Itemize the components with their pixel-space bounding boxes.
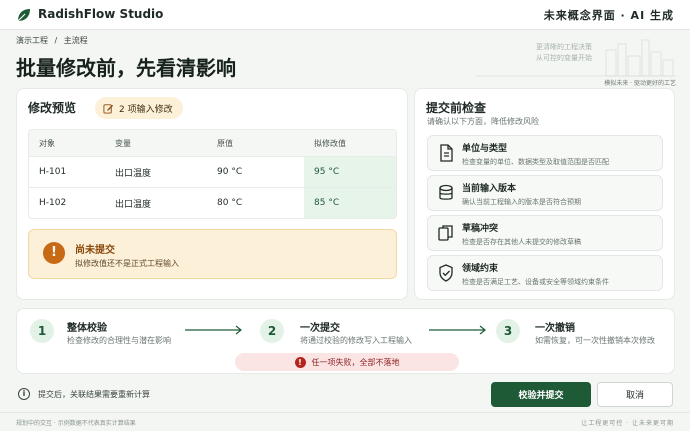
check-desc: 检查变量的单位、数据类型及取值范围是否匹配: [462, 158, 609, 166]
alert-subtitle: 拟修改值还不是正式工程输入: [75, 259, 179, 268]
document-icon: [440, 144, 453, 162]
leaf-logo-icon: [17, 9, 30, 22]
badge-label: 2 项输入修改: [119, 104, 173, 115]
app-tagline: 未来概念界面 · AI 生成: [543, 9, 674, 22]
checks-subtitle: 请确认以下方面，降低修改风险: [427, 117, 539, 126]
step-1-number: 1: [30, 319, 54, 343]
process-flow: 1 整体校验 检查修改的合理性与潜在影响 2 一次提交 将通过校验的修改写入工程…: [16, 308, 675, 374]
arrow-right-icon: [185, 325, 242, 335]
step-3-desc: 如需恢复，可一次性撤销本次修改: [535, 336, 655, 345]
preview-card: 修改预览 2 项输入修改 对象 变量 原值 拟修改值 H-101 出口温度 90…: [16, 88, 408, 300]
hero-decoration: 更清晰的工程决策 从可控的变量开始 模拟未来 · 驱动更好的工艺: [476, 36, 676, 88]
edit-icon: [103, 103, 114, 114]
not-submitted-alert: ! 尚未提交 拟修改值还不是正式工程输入: [28, 229, 397, 279]
app-name: RadishFlow Studio: [38, 7, 164, 21]
hero-line-1: 更清晰的工程决策: [536, 43, 592, 51]
preview-title: 修改预览: [28, 101, 77, 115]
breadcrumb-flow[interactable]: 主流程: [64, 36, 88, 45]
alert-title: 尚未提交: [75, 245, 115, 256]
step-2-desc: 将通过校验的修改写入工程输入: [300, 336, 412, 345]
cell-variable: 出口温度: [115, 199, 152, 210]
breadcrumb-project[interactable]: 演示工程: [16, 36, 48, 45]
column-header-variable: 变量: [115, 138, 131, 148]
table-row[interactable]: H-102 出口温度 80 °C 85 °C: [29, 187, 396, 218]
check-item-draft-conflict[interactable]: 草稿冲突 检查是否存在其他人未提交的修改草稿: [427, 215, 663, 251]
exclamation-icon: !: [43, 242, 65, 264]
check-title: 单位与类型: [462, 144, 508, 154]
column-header-object: 对象: [39, 138, 55, 148]
cell-variable: 出口温度: [115, 168, 152, 179]
step-3-number: 3: [496, 319, 520, 343]
check-title: 草稿冲突: [462, 224, 499, 234]
check-desc: 检查是否存在其他人未提交的修改草稿: [462, 238, 581, 246]
validate-submit-button[interactable]: 校验并提交: [491, 382, 591, 407]
cell-proposed: 95 °C: [304, 157, 396, 187]
check-item-input-version[interactable]: 当前输入版本 确认当前工程输入的版本是否符合预期: [427, 175, 663, 211]
cell-object: H-102: [39, 198, 67, 208]
hero-line-2: 从可控的变量开始: [536, 54, 592, 62]
table-row[interactable]: H-101 出口温度 90 °C 95 °C: [29, 156, 396, 187]
step-1-title: 整体校验: [67, 323, 107, 334]
arrow-right-icon: [429, 325, 486, 335]
info-icon: i: [18, 388, 30, 400]
warning-text: 任一项失败，全部不落地: [311, 357, 400, 367]
disclaimer-text: 规划中的交互 · 示例数据不代表真实计算结果: [16, 420, 136, 427]
cancel-button[interactable]: 取消: [597, 382, 673, 407]
cell-proposed: 85 °C: [304, 188, 396, 218]
cell-original: 80 °C: [217, 198, 243, 208]
check-title: 领域约束: [462, 264, 499, 274]
breadcrumb-separator: /: [54, 36, 58, 45]
modification-table: 对象 变量 原值 拟修改值 H-101 出口温度 90 °C 95 °C H-1…: [28, 129, 397, 219]
modification-count-badge: 2 项输入修改: [95, 97, 183, 119]
slogan-text: 让工程更可控 · 让未来更可期: [581, 420, 674, 427]
check-desc: 确认当前工程输入的版本是否符合预期: [462, 198, 581, 206]
column-header-original: 原值: [217, 138, 233, 148]
step-2-title: 一次提交: [300, 323, 340, 334]
column-header-proposed: 拟修改值: [314, 138, 346, 148]
step-1-desc: 检查修改的合理性与潜在影响: [67, 336, 171, 345]
shield-check-icon: [439, 264, 453, 282]
bottom-bar: 规划中的交互 · 示例数据不代表真实计算结果 让工程更可控 · 让未来更可期: [0, 412, 690, 431]
atomic-warning: ! 任一项失败，全部不落地: [235, 353, 459, 371]
cell-original: 90 °C: [217, 167, 243, 177]
error-icon: !: [294, 356, 306, 368]
hero-caption: 模拟未来 · 驱动更好的工艺: [604, 80, 676, 87]
checks-title: 提交前检查: [426, 101, 487, 115]
cell-object: H-101: [39, 167, 67, 177]
breadcrumb: 演示工程 / 主流程: [16, 35, 92, 46]
check-item-units[interactable]: 单位与类型 检查变量的单位、数据类型及取值范围是否匹配: [427, 135, 663, 171]
check-title: 当前输入版本: [462, 184, 517, 194]
pre-submit-checks-card: 提交前检查 请确认以下方面，降低修改风险 单位与类型 检查变量的单位、数据类型及…: [414, 88, 675, 300]
copy-icon: [438, 225, 453, 241]
footer-info: i 提交后，关联结果需要重新计算: [18, 388, 150, 400]
check-item-domain-constraints[interactable]: 领域约束 检查是否满足工艺、设备或安全等领域约束条件: [427, 255, 663, 291]
check-desc: 检查是否满足工艺、设备或安全等领域约束条件: [462, 278, 609, 286]
step-2-number: 2: [260, 319, 284, 343]
database-icon: [439, 184, 453, 200]
footer-info-text: 提交后，关联结果需要重新计算: [38, 389, 150, 399]
table-header: 对象 变量 原值 拟修改值: [29, 130, 396, 156]
page-title: 批量修改前，先看清影响: [16, 56, 236, 80]
step-3-title: 一次撤销: [535, 323, 575, 334]
top-bar: RadishFlow Studio 未来概念界面 · AI 生成: [0, 0, 690, 30]
